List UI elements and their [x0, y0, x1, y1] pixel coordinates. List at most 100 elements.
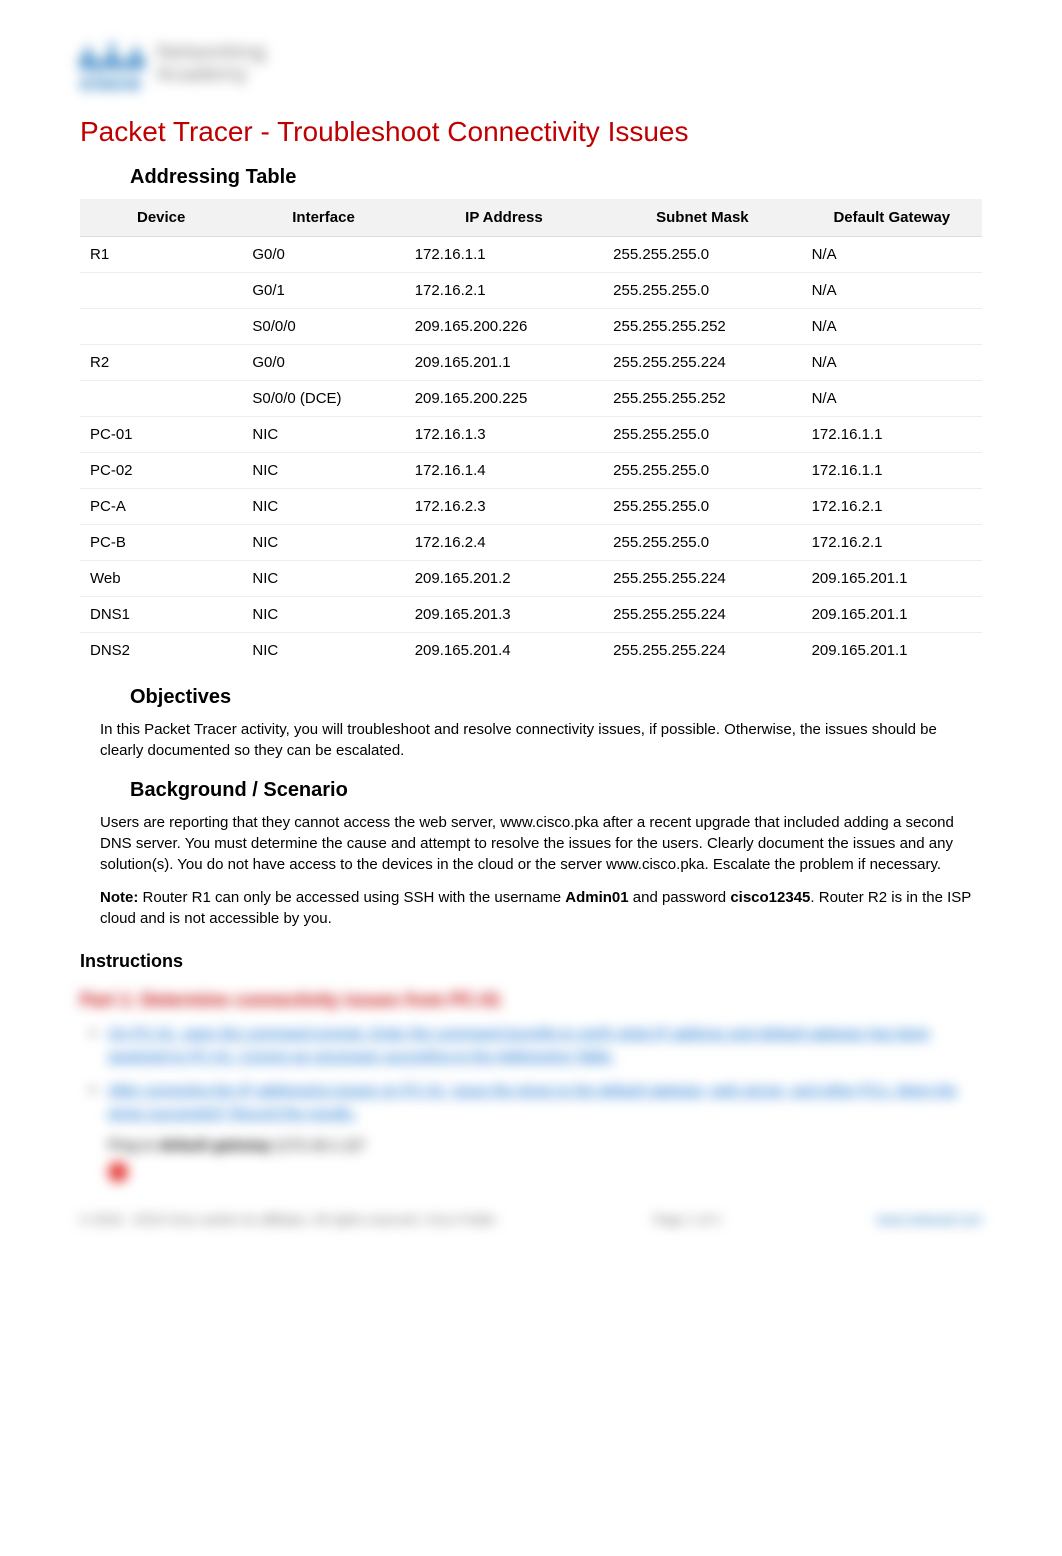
cell-ip: 209.165.201.4 [405, 633, 603, 669]
cell-ip: 172.16.2.1 [405, 273, 603, 309]
cell-mask: 255.255.255.224 [603, 561, 801, 597]
cell-gw: N/A [802, 237, 982, 273]
cell-ip: 172.16.2.3 [405, 489, 603, 525]
table-row: DNS1NIC209.165.201.3255.255.255.224209.1… [80, 597, 982, 633]
cell-device [80, 381, 242, 417]
cell-interface: S0/0/0 (DCE) [242, 381, 404, 417]
col-header-gateway: Default Gateway [802, 199, 982, 237]
col-header-mask: Subnet Mask [603, 199, 801, 237]
cell-mask: 255.255.255.252 [603, 309, 801, 345]
cell-ip: 209.165.200.225 [405, 381, 603, 417]
cell-interface: G0/0 [242, 345, 404, 381]
objectives-heading: Objectives [130, 686, 982, 709]
page-title: Packet Tracer - Troubleshoot Connectivit… [80, 116, 982, 148]
cell-mask: 255.255.255.0 [603, 273, 801, 309]
footer-page-number: Page 1 of 4 [653, 1212, 720, 1227]
cell-interface: NIC [242, 417, 404, 453]
cell-gw: N/A [802, 381, 982, 417]
cell-interface: G0/0 [242, 237, 404, 273]
cell-interface: NIC [242, 633, 404, 669]
cell-gw: 209.165.201.1 [802, 561, 982, 597]
cell-gw: 209.165.201.1 [802, 633, 982, 669]
cell-ip: 172.16.2.4 [405, 525, 603, 561]
cell-device: R1 [80, 237, 242, 273]
ping-line: Ping to default gateway (172.16.1.1)? [108, 1137, 982, 1154]
cell-device: DNS2 [80, 633, 242, 669]
instructions-heading: Instructions [80, 951, 982, 972]
note-password: cisco12345 [730, 889, 810, 906]
cell-mask: 255.255.255.224 [603, 345, 801, 381]
instruction-list: On PC-01, open the command prompt. Enter… [80, 1023, 982, 1125]
cell-gw: N/A [802, 309, 982, 345]
cell-gw: 172.16.1.1 [802, 417, 982, 453]
cell-gw: 172.16.1.1 [802, 453, 982, 489]
table-row: S0/0/0 (DCE)209.165.200.225255.255.255.2… [80, 381, 982, 417]
background-note: Note: Router R1 can only be accessed usi… [100, 887, 982, 929]
cell-device [80, 273, 242, 309]
background-text: Users are reporting that they cannot acc… [100, 812, 982, 875]
cell-interface: NIC [242, 525, 404, 561]
list-item: On PC-01, open the command prompt. Enter… [108, 1023, 982, 1068]
cell-mask: 255.255.255.0 [603, 489, 801, 525]
cell-ip: 172.16.1.1 [405, 237, 603, 273]
cell-device: PC-B [80, 525, 242, 561]
cell-gw: 172.16.2.1 [802, 525, 982, 561]
ping-target: default gateway [159, 1137, 272, 1154]
blurred-content: Part 1: Determine connectivity issues fr… [80, 990, 982, 1227]
table-row: PC-BNIC172.16.2.4255.255.255.0172.16.2.1 [80, 525, 982, 561]
cell-interface: G0/1 [242, 273, 404, 309]
table-row: R2G0/0209.165.201.1255.255.255.224N/A [80, 345, 982, 381]
cell-ip: 209.165.201.3 [405, 597, 603, 633]
col-header-device: Device [80, 199, 242, 237]
cell-ip: 172.16.1.3 [405, 417, 603, 453]
cell-device: PC-A [80, 489, 242, 525]
cell-gw: 172.16.2.1 [802, 489, 982, 525]
logo-text-networking: Networking [156, 41, 266, 63]
addressing-table: Device Interface IP Address Subnet Mask … [80, 199, 982, 668]
col-header-interface: Interface [242, 199, 404, 237]
cell-device: DNS1 [80, 597, 242, 633]
note-label: Note: [100, 889, 138, 906]
table-row: WebNIC209.165.201.2255.255.255.224209.16… [80, 561, 982, 597]
cell-gw: N/A [802, 273, 982, 309]
cisco-logo: cisco [80, 30, 144, 96]
table-row: R1G0/0172.16.1.1255.255.255.0N/A [80, 237, 982, 273]
table-row: G0/1172.16.2.1255.255.255.0N/A [80, 273, 982, 309]
cell-mask: 255.255.255.0 [603, 237, 801, 273]
note-username: Admin01 [565, 889, 628, 906]
list-item: After correcting the IP addressing issue… [108, 1080, 982, 1125]
logo-text-academy: Academy [156, 63, 266, 85]
table-row: PC-02NIC172.16.1.4255.255.255.0172.16.1.… [80, 453, 982, 489]
part-1-heading: Part 1: Determine connectivity issues fr… [80, 990, 982, 1011]
cell-interface: NIC [242, 489, 404, 525]
ping-text-a: Ping to [108, 1137, 159, 1154]
cell-mask: 255.255.255.224 [603, 633, 801, 669]
logo-text-stack: Networking Academy [156, 41, 266, 85]
cell-interface: NIC [242, 597, 404, 633]
cell-device [80, 309, 242, 345]
cell-mask: 255.255.255.0 [603, 453, 801, 489]
footer-copyright: © 2019 - 2019 Cisco and/or its affiliate… [80, 1212, 496, 1227]
cell-ip: 209.165.200.226 [405, 309, 603, 345]
note-text-a: Router R1 can only be accessed using SSH… [138, 889, 565, 906]
cell-interface: NIC [242, 453, 404, 489]
background-heading: Background / Scenario [130, 779, 982, 802]
cell-device: R2 [80, 345, 242, 381]
cell-device: PC-01 [80, 417, 242, 453]
col-header-ip: IP Address [405, 199, 603, 237]
cell-device: PC-02 [80, 453, 242, 489]
note-text-b: and password [629, 889, 731, 906]
cell-mask: 255.255.255.0 [603, 417, 801, 453]
unlock-badge[interactable] [108, 1162, 128, 1182]
cell-mask: 255.255.255.224 [603, 597, 801, 633]
cell-ip: 209.165.201.1 [405, 345, 603, 381]
logo-block: cisco Networking Academy [80, 30, 982, 96]
objectives-text: In this Packet Tracer activity, you will… [100, 719, 982, 761]
cell-interface: NIC [242, 561, 404, 597]
cell-gw: N/A [802, 345, 982, 381]
table-header-row: Device Interface IP Address Subnet Mask … [80, 199, 982, 237]
cell-mask: 255.255.255.0 [603, 525, 801, 561]
footer-url: www.netacad.com [877, 1212, 983, 1227]
ping-text-c: (172.16.1.1)? [271, 1137, 364, 1154]
table-row: DNS2NIC209.165.201.4255.255.255.224209.1… [80, 633, 982, 669]
